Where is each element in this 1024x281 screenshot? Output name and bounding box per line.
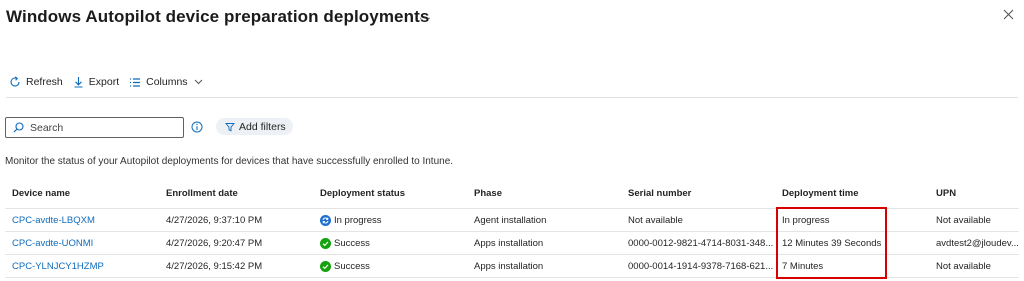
deployment-status-label: Success [334, 237, 370, 249]
add-filters-label: Add filters [239, 120, 286, 133]
search-input[interactable] [30, 121, 170, 134]
upn: Not available [936, 214, 991, 226]
page-title: Windows Autopilot device preparation dep… [6, 7, 430, 26]
deployment-time: In progress [782, 214, 830, 226]
deployment-time: 7 Minutes [782, 260, 824, 272]
enrollment-date: 4/27/2026, 9:15:42 PM [166, 260, 263, 272]
table-header-row: Device name Enrollment date Deployment s… [5, 182, 1019, 209]
download-icon [74, 77, 83, 88]
phase: Apps installation [474, 260, 544, 272]
close-icon[interactable] [1003, 9, 1014, 20]
toolbar-divider [6, 97, 1018, 98]
table-row[interactable]: CPC-avdte-LBQXM 4/27/2026, 9:37:10 PM In… [5, 209, 1019, 232]
success-check-icon [320, 260, 331, 272]
serial-number: Not available [628, 214, 683, 226]
column-header-deployment-status[interactable]: Deployment status [320, 182, 470, 208]
more-options-button[interactable]: ... [419, 8, 432, 22]
serial-number: 0000-0014-1914-9378-7168-621... [628, 260, 774, 272]
upn: avdtest2@jloudev... [936, 237, 1019, 249]
device-name-link[interactable]: CPC-avdte-UONMI [12, 232, 162, 254]
columns-icon [130, 77, 141, 87]
deployment-status-label: Success [334, 260, 370, 272]
deployment-status: In progress [320, 209, 470, 231]
column-header-device-name[interactable]: Device name [12, 182, 162, 208]
device-name-link[interactable]: CPC-YLNJCY1HZMP [12, 255, 162, 277]
columns-button[interactable]: Columns [129, 76, 202, 88]
phase: Apps installation [474, 237, 544, 249]
enrollment-date: 4/27/2026, 9:37:10 PM [166, 214, 263, 226]
device-name-link[interactable]: CPC-avdte-LBQXM [12, 209, 162, 231]
export-button[interactable]: Export [73, 76, 119, 88]
table-row[interactable]: CPC-YLNJCY1HZMP 4/27/2026, 9:15:42 PM Su… [5, 255, 1019, 278]
table-row[interactable]: CPC-avdte-UONMI 4/27/2026, 9:20:47 PM Su… [5, 232, 1019, 255]
info-icon[interactable] [191, 121, 203, 133]
search-box[interactable] [5, 117, 184, 138]
chevron-down-icon [194, 79, 202, 85]
add-filters-button[interactable]: Add filters [216, 118, 293, 135]
column-header-deployment-time[interactable]: Deployment time [782, 182, 932, 208]
refresh-label: Refresh [26, 76, 63, 88]
serial-number: 0000-0012-9821-4714-8031-348... [628, 237, 774, 249]
toolbar: Refresh Export Columns [9, 74, 213, 90]
search-icon [13, 122, 24, 133]
column-header-upn[interactable]: UPN [936, 182, 1022, 208]
deployment-status-label: In progress [334, 214, 382, 226]
deployments-table: Device name Enrollment date Deployment s… [5, 182, 1019, 278]
deployment-time: 12 Minutes 39 Seconds [782, 237, 882, 249]
enrollment-date: 4/27/2026, 9:20:47 PM [166, 237, 263, 249]
column-header-enrollment-date[interactable]: Enrollment date [166, 182, 316, 208]
refresh-icon [10, 76, 20, 87]
deployment-status: Success [320, 255, 470, 277]
in-progress-icon [320, 214, 331, 226]
export-label: Export [88, 76, 120, 88]
phase: Agent installation [474, 214, 547, 226]
refresh-button[interactable]: Refresh [9, 76, 63, 88]
column-header-serial-number[interactable]: Serial number [628, 182, 778, 208]
column-header-phase[interactable]: Phase [474, 182, 624, 208]
deployment-status: Success [320, 232, 470, 254]
page-description: Monitor the status of your Autopilot dep… [5, 156, 454, 167]
filter-icon [225, 122, 235, 132]
success-check-icon [320, 237, 331, 249]
upn: Not available [936, 260, 991, 272]
columns-label: Columns [146, 76, 188, 88]
